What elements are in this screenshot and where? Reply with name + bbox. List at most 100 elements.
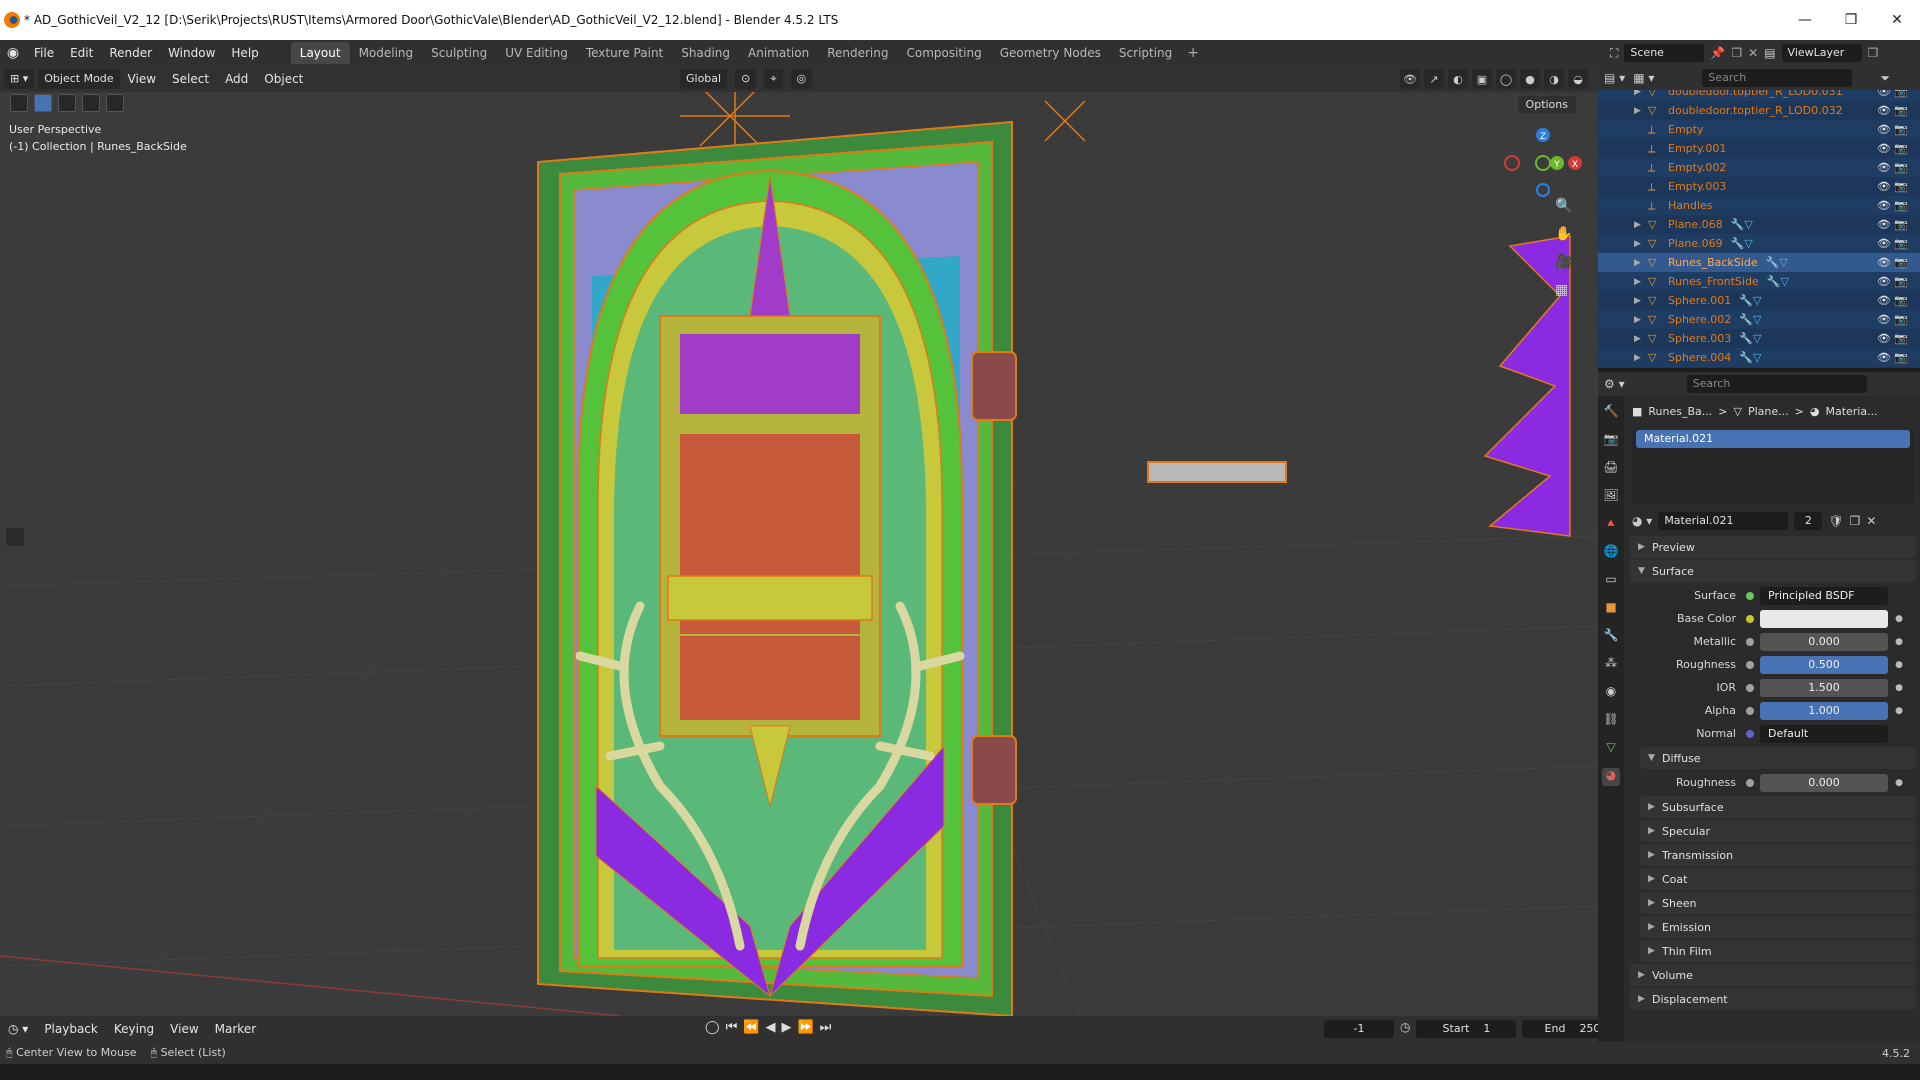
ortho-grid-icon[interactable]: ▦ — [1555, 282, 1572, 298]
outliner-search-input[interactable]: Search — [1702, 69, 1853, 87]
expand-arrow-icon[interactable]: ▶ — [1634, 277, 1648, 287]
expand-arrow-icon[interactable]: ▶ — [1634, 353, 1648, 363]
property-value-field[interactable]: Principled BSDF — [1760, 586, 1888, 605]
visibility-toggle-icon[interactable]: 👁 📷 — [1877, 332, 1908, 345]
material-slot-item[interactable]: Material.021 — [1636, 430, 1910, 448]
subpanel-header[interactable]: ▶ Sheen — [1640, 892, 1916, 914]
shading-wireframe-icon[interactable]: ◯ — [1496, 69, 1516, 89]
object-tab-icon[interactable]: ■ — [1602, 600, 1620, 618]
property-value-field[interactable] — [1760, 609, 1888, 628]
fake-user-icon[interactable]: 🛡 — [1828, 514, 1843, 528]
collection-tab-icon[interactable]: ▭ — [1602, 572, 1620, 590]
data-tab-icon[interactable]: ▽ — [1602, 740, 1620, 758]
navigation-gizmo[interactable]: Z Y X — [1498, 118, 1588, 208]
editor-type-dropdown[interactable]: ⊞ ▾ — [4, 69, 35, 89]
outliner-row[interactable]: ⟂ Handles 👁 📷 — [1598, 196, 1920, 215]
menu-help[interactable]: Help — [223, 46, 266, 60]
snap-icon[interactable]: ⌖ — [764, 69, 783, 89]
panel-surface[interactable]: ▼ Surface — [1630, 560, 1916, 582]
socket-dot-icon[interactable] — [1746, 683, 1754, 692]
tweak-tool-icon[interactable] — [10, 94, 28, 112]
menu-edit[interactable]: Edit — [62, 46, 101, 60]
new-scene-icon[interactable]: ❐ — [1731, 46, 1742, 60]
shading-material-icon[interactable]: ◑ — [1544, 69, 1564, 89]
shading-solid-icon[interactable]: ● — [1520, 69, 1540, 89]
scene-field[interactable]: Scene — [1624, 44, 1705, 62]
unlink-material-icon[interactable]: ✕ — [1866, 514, 1876, 528]
outliner-row[interactable]: ▶ ▽ Plane.069 🔧▽ 👁 📷 — [1598, 234, 1920, 253]
gizmo-toggle-icon[interactable]: ↗ — [1424, 69, 1444, 89]
property-value-field[interactable]: 1.500 — [1760, 678, 1888, 697]
socket-dot-icon[interactable] — [1746, 660, 1754, 669]
socket-dot-icon[interactable] — [1746, 706, 1754, 715]
visibility-toggle-icon[interactable]: 👁 📷 — [1877, 123, 1908, 136]
proportional-edit-icon[interactable]: ◎ — [790, 69, 813, 89]
scene-icon[interactable]: ⛶ — [1610, 46, 1618, 61]
visibility-toggle-icon[interactable]: 👁 📷 — [1877, 199, 1908, 212]
visibility-toggle-icon[interactable]: 👁 📷 — [1877, 180, 1908, 193]
close-button[interactable]: ✕ — [1874, 0, 1920, 40]
outliner-row[interactable]: ▶ ▽ Sphere.001 🔧▽ 👁 📷 — [1598, 291, 1920, 310]
overlay-toggle-icon[interactable]: ◐ — [1448, 69, 1468, 89]
viewport-menu-object[interactable]: Object — [256, 72, 311, 86]
breadcrumb-material[interactable]: Materia... — [1825, 405, 1877, 418]
jump-end-icon[interactable]: ⏭ — [820, 1020, 832, 1035]
shading-rendered-icon[interactable]: ◒ — [1568, 69, 1588, 89]
outliner-row[interactable]: ▶ ▽ Sphere.003 🔧▽ 👁 📷 — [1598, 329, 1920, 348]
next-keyframe-icon[interactable]: ⏩ — [797, 1020, 813, 1035]
material-tab-icon[interactable]: ◕ — [1602, 768, 1620, 786]
socket-dot-icon[interactable] — [1746, 729, 1754, 738]
outliner-row[interactable]: ▶ ▽ doubledoor.toptier_R_LOD0.032 👁 📷 — [1598, 101, 1920, 120]
outliner-row[interactable]: ▶ ▽ Plane.068 🔧▽ 👁 📷 — [1598, 215, 1920, 234]
properties-editor-icon[interactable]: ⚙ ▾ — [1604, 377, 1625, 391]
visibility-toggle-icon[interactable]: 👁 📷 — [1877, 256, 1908, 269]
menu-window[interactable]: Window — [160, 46, 223, 60]
expand-arrow-icon[interactable]: ▶ — [1634, 258, 1648, 268]
subpanel-header[interactable]: ▶ Subsurface — [1640, 796, 1916, 818]
outliner-row[interactable]: ▶ ▽ Runes_FrontSide 🔧▽ 👁 📷 — [1598, 272, 1920, 291]
auto-keying-icon[interactable]: ◯ — [705, 1020, 720, 1035]
new-viewlayer-icon[interactable]: ❐ — [1868, 46, 1879, 60]
visibility-icon[interactable]: 👁 — [1400, 69, 1420, 89]
visibility-toggle-icon[interactable]: 👁 📷 — [1877, 218, 1908, 231]
maximize-button[interactable]: ❐ — [1828, 0, 1874, 40]
outliner-row[interactable]: ▶ ▽ Sphere.004 🔧▽ 👁 📷 — [1598, 348, 1920, 367]
visibility-toggle-icon[interactable]: 👁 📷 — [1877, 104, 1908, 117]
scene-tab-icon[interactable]: 🔺 — [1602, 516, 1620, 534]
keyframe-dot-icon[interactable]: ● — [1892, 614, 1906, 624]
filter-icon[interactable]: ⏷ — [1880, 71, 1890, 86]
tab-geometry-nodes[interactable]: Geometry Nodes — [991, 42, 1110, 64]
timeline-menu-keying[interactable]: Keying — [106, 1022, 162, 1036]
socket-dot-icon[interactable] — [1746, 614, 1754, 623]
visibility-toggle-icon[interactable]: 👁 📷 — [1877, 237, 1908, 250]
pan-hand-icon[interactable]: ✋ — [1555, 226, 1572, 242]
output-tab-icon[interactable]: 🖨 — [1602, 460, 1620, 478]
panel-diffuse[interactable]: ▼ Diffuse — [1640, 747, 1916, 769]
tab-rendering[interactable]: Rendering — [818, 42, 897, 64]
panel-volume[interactable]: ▶ Volume — [1630, 964, 1916, 986]
keyframe-dot-icon[interactable]: ● — [1892, 778, 1906, 788]
property-value-field[interactable]: 0.500 — [1760, 655, 1888, 674]
select-new-icon[interactable] — [34, 94, 52, 112]
visibility-toggle-icon[interactable]: 👁 📷 — [1877, 161, 1908, 174]
keyframe-dot-icon[interactable]: ● — [1892, 706, 1906, 716]
outliner-row[interactable]: ⟂ Empty.003 👁 📷 — [1598, 177, 1920, 196]
tab-scripting[interactable]: Scripting — [1110, 42, 1181, 64]
modifier-tab-icon[interactable]: 🔧 — [1602, 628, 1620, 646]
expand-arrow-icon[interactable]: ▶ — [1634, 334, 1648, 344]
socket-dot-icon[interactable] — [1746, 591, 1754, 600]
tab-modeling[interactable]: Modeling — [350, 42, 423, 64]
outliner-row[interactable]: ▶ ▽ Sphere.002 🔧▽ 👁 📷 — [1598, 310, 1920, 329]
tab-uv-editing[interactable]: UV Editing — [496, 42, 577, 64]
jump-start-icon[interactable]: ⏮ — [726, 1020, 738, 1035]
timeline-menu-playback[interactable]: Playback — [36, 1022, 106, 1036]
visibility-toggle-icon[interactable]: 👁 📷 — [1877, 351, 1908, 364]
sidebar-toggle[interactable] — [6, 528, 24, 546]
timeline-menu-marker[interactable]: Marker — [207, 1022, 264, 1036]
tab-texture-paint[interactable]: Texture Paint — [577, 42, 672, 64]
outliner-row[interactable]: ⟂ Empty.001 👁 📷 — [1598, 139, 1920, 158]
play-reverse-icon[interactable]: ◀ — [765, 1020, 775, 1035]
constraints-tab-icon[interactable]: ⛓ — [1602, 712, 1620, 730]
viewport-menu-view[interactable]: View — [120, 72, 164, 86]
zoom-icon[interactable]: 🔍 — [1555, 198, 1572, 214]
